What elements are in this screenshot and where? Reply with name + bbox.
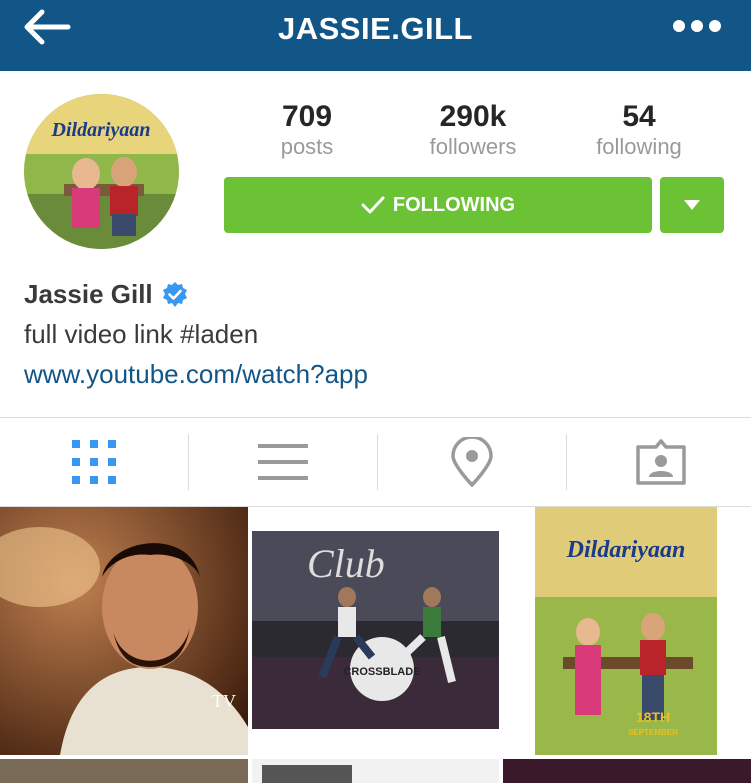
drum-logo-text: CROSSBLADE — [343, 666, 420, 678]
post-thumbnail-6[interactable] — [503, 759, 751, 783]
post-image-partial — [262, 765, 352, 783]
post-thumbnail-2[interactable]: Club CROSSBLADE — [252, 507, 499, 755]
followers-count-value: 290k — [439, 100, 507, 133]
avatar[interactable]: Dildariyaan — [24, 94, 179, 249]
post-thumbnail-4[interactable] — [0, 759, 248, 783]
stage-backdrop-text: Club — [307, 541, 385, 586]
following-count-label: following — [596, 134, 682, 159]
following-count-value: 54 — [622, 100, 656, 133]
tab-location[interactable] — [378, 418, 566, 506]
top-bar: JASSIE.GILL — [0, 0, 751, 71]
post-watermark: TV — [212, 691, 236, 711]
posts-count-value: 709 — [281, 100, 333, 133]
profile-name: Jassie Gill — [24, 279, 189, 310]
post-thumbnail-5[interactable] — [252, 759, 499, 783]
post-thumbnail-1[interactable]: TV — [0, 507, 248, 755]
following-button-label: FOLLOWING — [392, 193, 516, 216]
avatar-poster-title: Dildariyaan — [51, 119, 151, 141]
verified-badge-icon — [162, 281, 187, 307]
checkmark-icon — [361, 196, 385, 214]
posts-count-label: posts — [280, 134, 334, 159]
poster-month: SEPTEMBER — [628, 728, 678, 737]
page-title: JASSIE.GILL — [278, 11, 473, 46]
followers-count[interactable]: 290k followers — [403, 100, 543, 160]
posts-count[interactable]: 709 posts — [237, 100, 377, 160]
post-image-portrait: TV — [0, 507, 248, 755]
poster-title: Dildariyaan — [566, 537, 686, 563]
following-count[interactable]: 54 following — [569, 100, 709, 160]
tab-tagged[interactable] — [567, 418, 751, 506]
profile-tab-bar — [0, 418, 751, 506]
profile-name-text: Jassie Gill — [24, 279, 153, 309]
list-icon — [258, 444, 308, 480]
poster-date: 18TH — [636, 709, 670, 725]
post-image-movie-poster: Dildariyaan 18TH SEPTEMBER — [503, 507, 751, 755]
more-horizontal-icon[interactable] — [672, 18, 722, 34]
post-thumbnail-3[interactable]: Dildariyaan 18TH SEPTEMBER — [503, 507, 751, 755]
tab-list-view[interactable] — [189, 418, 377, 506]
profile-bio: full video link #laden — [24, 319, 259, 349]
triangle-down-icon — [684, 200, 700, 210]
location-pin-icon — [451, 437, 493, 487]
post-image-stage-dance: Club CROSSBLADE — [252, 507, 499, 755]
avatar-image: Dildariyaan — [24, 94, 179, 249]
tagged-person-icon — [636, 439, 686, 485]
suggestions-dropdown-button[interactable] — [660, 177, 724, 233]
tab-grid-view[interactable] — [0, 418, 188, 506]
followers-count-label: followers — [429, 134, 517, 159]
following-button[interactable]: FOLLOWING — [224, 177, 652, 233]
grid-icon — [72, 440, 116, 484]
profile-website-link[interactable]: www.youtube.com/watch?app — [24, 359, 368, 390]
